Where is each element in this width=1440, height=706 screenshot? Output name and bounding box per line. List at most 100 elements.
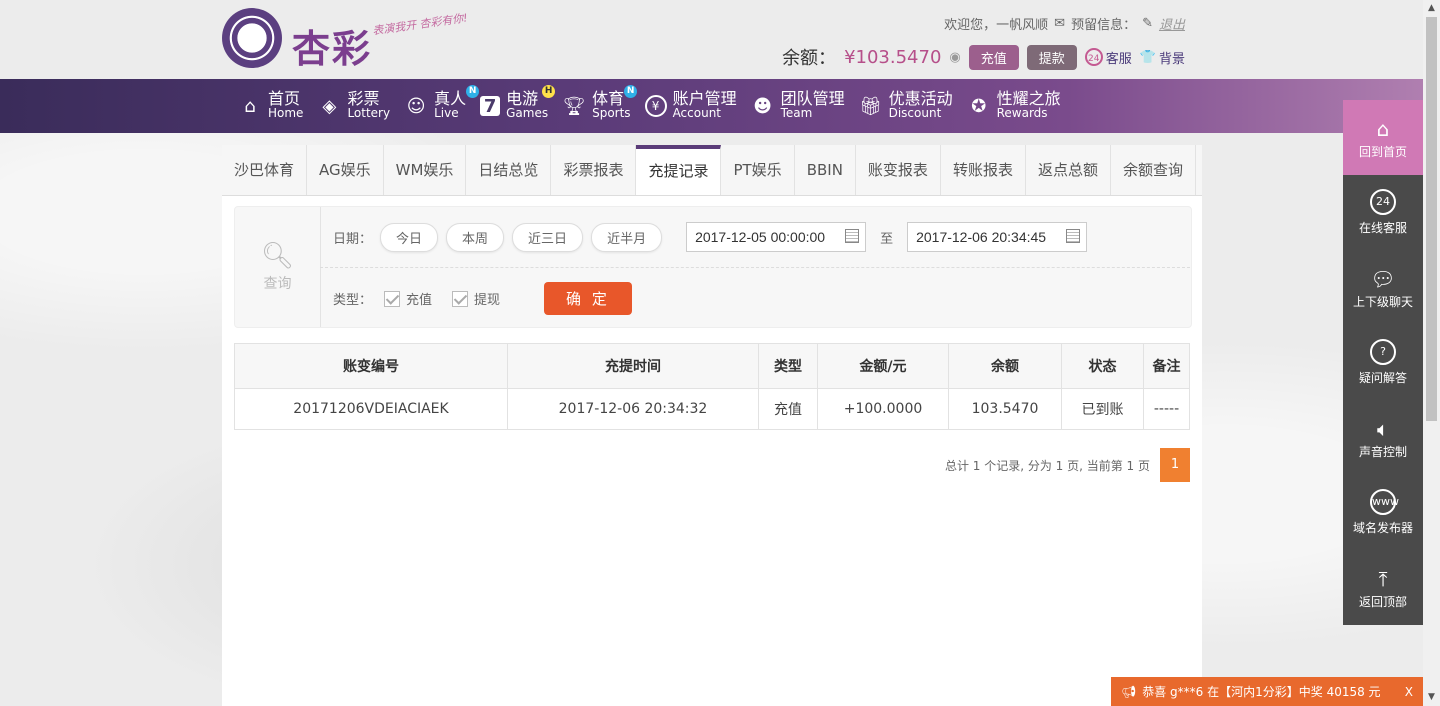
- cell-time: 2017-12-06 20:34:32: [507, 388, 759, 430]
- nav-label-cn: 首页: [268, 89, 301, 108]
- cell-id: 20171206VDEIACIAEK: [234, 388, 508, 430]
- deposit-button[interactable]: 充值: [968, 44, 1019, 70]
- sidebar-label: 域名发布器: [1352, 521, 1413, 535]
- yen-icon: ¥: [644, 95, 667, 117]
- quick-3days-button[interactable]: 近三日: [512, 222, 584, 252]
- col-time: 充提时间: [507, 343, 759, 389]
- service-link[interactable]: 24 客服: [1084, 48, 1132, 67]
- home-icon: ⌂: [1376, 117, 1390, 141]
- edit-icon[interactable]: ✎: [1142, 16, 1153, 31]
- sidebar-item-4[interactable]: 🔈︎ 声音控制: [1343, 400, 1423, 475]
- sidebar-item-5[interactable]: www 域名发布器: [1343, 475, 1423, 550]
- nav-item-home[interactable]: ⌂ 首页 Home: [236, 79, 315, 133]
- pager-summary: 总计 1 个记录, 分为 1 页, 当前第 1 页: [944, 458, 1150, 473]
- logo[interactable]: 杏彩 表演我开 杏彩有你!: [222, 8, 472, 72]
- tab-9[interactable]: 转账报表: [941, 145, 1026, 195]
- cell-type: 充值: [758, 388, 818, 430]
- tab-8[interactable]: 账变报表: [856, 145, 941, 195]
- sidebar-label: 回到首页: [1358, 145, 1407, 159]
- scroll-thumb[interactable]: [1426, 17, 1437, 421]
- scroll-up-arrow-icon[interactable]: ▲: [1423, 0, 1440, 17]
- sidebar-item-6[interactable]: ⤒ 返回顶部: [1343, 550, 1423, 625]
- nav-label-en: Rewards: [996, 106, 1048, 120]
- nav-item-games[interactable]: 7 电游 Games H: [478, 79, 560, 133]
- sidebar-item-3[interactable]: ? 疑问解答: [1343, 325, 1423, 400]
- col-id: 账变编号: [234, 343, 508, 389]
- nav-item-sports[interactable]: 🏆︎ 体育 Sports N: [560, 79, 642, 133]
- sidebar-item-1[interactable]: 24 在线客服: [1343, 175, 1423, 250]
- www-icon: www: [1370, 489, 1399, 515]
- cell-status: 已到账: [1061, 388, 1144, 430]
- sidebar-label: 返回顶部: [1358, 595, 1407, 609]
- tab-3[interactable]: 日结总览: [466, 145, 552, 195]
- close-ticker-button[interactable]: X: [1405, 685, 1413, 699]
- tab-0[interactable]: 沙巴体育: [222, 145, 308, 195]
- nav-item-lottery[interactable]: ◈ 彩票 Lottery: [315, 79, 402, 133]
- type-label: 类型：: [333, 293, 373, 308]
- nav-item-account[interactable]: ¥ 账户管理 Account: [643, 79, 749, 133]
- nav-item-team[interactable]: ☻ 团队管理 Team: [749, 79, 857, 133]
- start-date-input[interactable]: 2017-12-05 00:00:00: [686, 222, 867, 252]
- balance-bar: 余额： ¥103.5470 ◉ 充值 提款 24 客服 👕 背景: [782, 44, 1185, 70]
- sidebar-label: 上下级聊天: [1352, 295, 1413, 309]
- tab-10[interactable]: 返点总额: [1026, 145, 1111, 195]
- nav-label-cn: 性耀之旅: [996, 89, 1061, 108]
- date-label: 日期：: [333, 231, 373, 247]
- tab-6[interactable]: PT娱乐: [721, 145, 795, 195]
- logo-emblem-icon: [222, 8, 282, 68]
- nav-label: 彩票 Lottery: [347, 91, 390, 121]
- logo-text: 杏彩: [292, 26, 373, 71]
- nav-label-en: Account: [672, 106, 722, 120]
- tab-4[interactable]: 彩票报表: [551, 145, 637, 195]
- service-label: 客服: [1105, 51, 1132, 67]
- nav-item-rewards[interactable]: ✪ 性耀之旅 Rewards: [965, 79, 1073, 133]
- page-1-button[interactable]: 1: [1160, 448, 1190, 482]
- background-label: 背景: [1158, 51, 1185, 67]
- nav-label-cn: 账户管理: [672, 89, 737, 108]
- tab-2[interactable]: WM娱乐: [384, 145, 467, 195]
- cell-remark: -----: [1143, 388, 1190, 430]
- quick-halfmonth-button[interactable]: 近半月: [591, 222, 663, 252]
- rewards-icon: ✪: [971, 95, 987, 117]
- col-type: 类型: [758, 343, 818, 389]
- sidebar-item-0[interactable]: ⌂ 回到首页: [1343, 100, 1423, 175]
- to-label: 至: [880, 231, 894, 247]
- withdraw-checkbox[interactable]: [452, 290, 469, 307]
- calendar-icon[interactable]: [1066, 229, 1081, 243]
- deposit-checkbox[interactable]: [384, 290, 401, 307]
- hide-balance-eye-icon[interactable]: ◉: [949, 50, 960, 65]
- logo-slogan: 表演我开 杏彩有你!: [371, 11, 469, 38]
- nav-label: 团队管理 Team: [781, 91, 845, 121]
- end-date-value: 2017-12-06 20:34:45: [916, 229, 1047, 245]
- nav-label-en: Lottery: [347, 106, 391, 120]
- tab-1[interactable]: AG娱乐: [307, 145, 384, 195]
- confirm-button[interactable]: 确 定: [544, 282, 632, 315]
- nav-item-live[interactable]: ☺ 真人 Live N: [402, 79, 480, 133]
- end-date-input[interactable]: 2017-12-06 20:34:45: [907, 222, 1088, 252]
- scroll-down-arrow-icon[interactable]: ▼: [1423, 689, 1440, 706]
- cell-balance: 103.5470: [948, 388, 1062, 430]
- tab-7[interactable]: BBIN: [795, 145, 856, 195]
- lottery-icon: ◈: [322, 95, 337, 117]
- calendar-icon[interactable]: [845, 229, 860, 243]
- nav-label-en: Team: [780, 106, 813, 120]
- main-nav: ⌂ 首页 Home ◈ 彩票 Lottery ☺ 真人 Live N 7 电游 Games H 🏆︎ 体育 Sp…: [0, 79, 1423, 133]
- nav-label-en: Games: [506, 106, 549, 120]
- quick-today-button[interactable]: 今日: [380, 222, 439, 252]
- withdraw-button[interactable]: 提款: [1026, 44, 1077, 70]
- cell-amount: +100.0000: [817, 388, 949, 430]
- deposit-checkbox-label: 充值: [406, 293, 433, 308]
- tab-5[interactable]: 充提记录: [636, 145, 722, 195]
- tab-11[interactable]: 余额查询: [1111, 145, 1196, 195]
- quick-week-button[interactable]: 本周: [446, 222, 505, 252]
- sidebar-item-2[interactable]: 💬︎ 上下级聊天: [1343, 250, 1423, 325]
- records-table: 账变编号 充提时间 类型 金额/元 余额 状态 备注 20171206VDEIA…: [234, 343, 1190, 430]
- mail-icon[interactable]: ✉: [1054, 16, 1065, 31]
- shirt-icon: 👕: [1139, 49, 1156, 65]
- background-link[interactable]: 👕 背景: [1140, 48, 1185, 67]
- nav-items: ⌂ 首页 Home ◈ 彩票 Lottery ☺ 真人 Live N 7 电游 Games H 🏆︎ 体育 Sp…: [236, 79, 1073, 133]
- scrollbar[interactable]: ▲ ▼: [1423, 0, 1440, 706]
- nav-item-discount[interactable]: 🎁︎ 优惠活动 Discount: [857, 79, 965, 133]
- speaker-icon: 🔈︎: [1377, 417, 1389, 441]
- logout-link[interactable]: 退出: [1159, 14, 1185, 33]
